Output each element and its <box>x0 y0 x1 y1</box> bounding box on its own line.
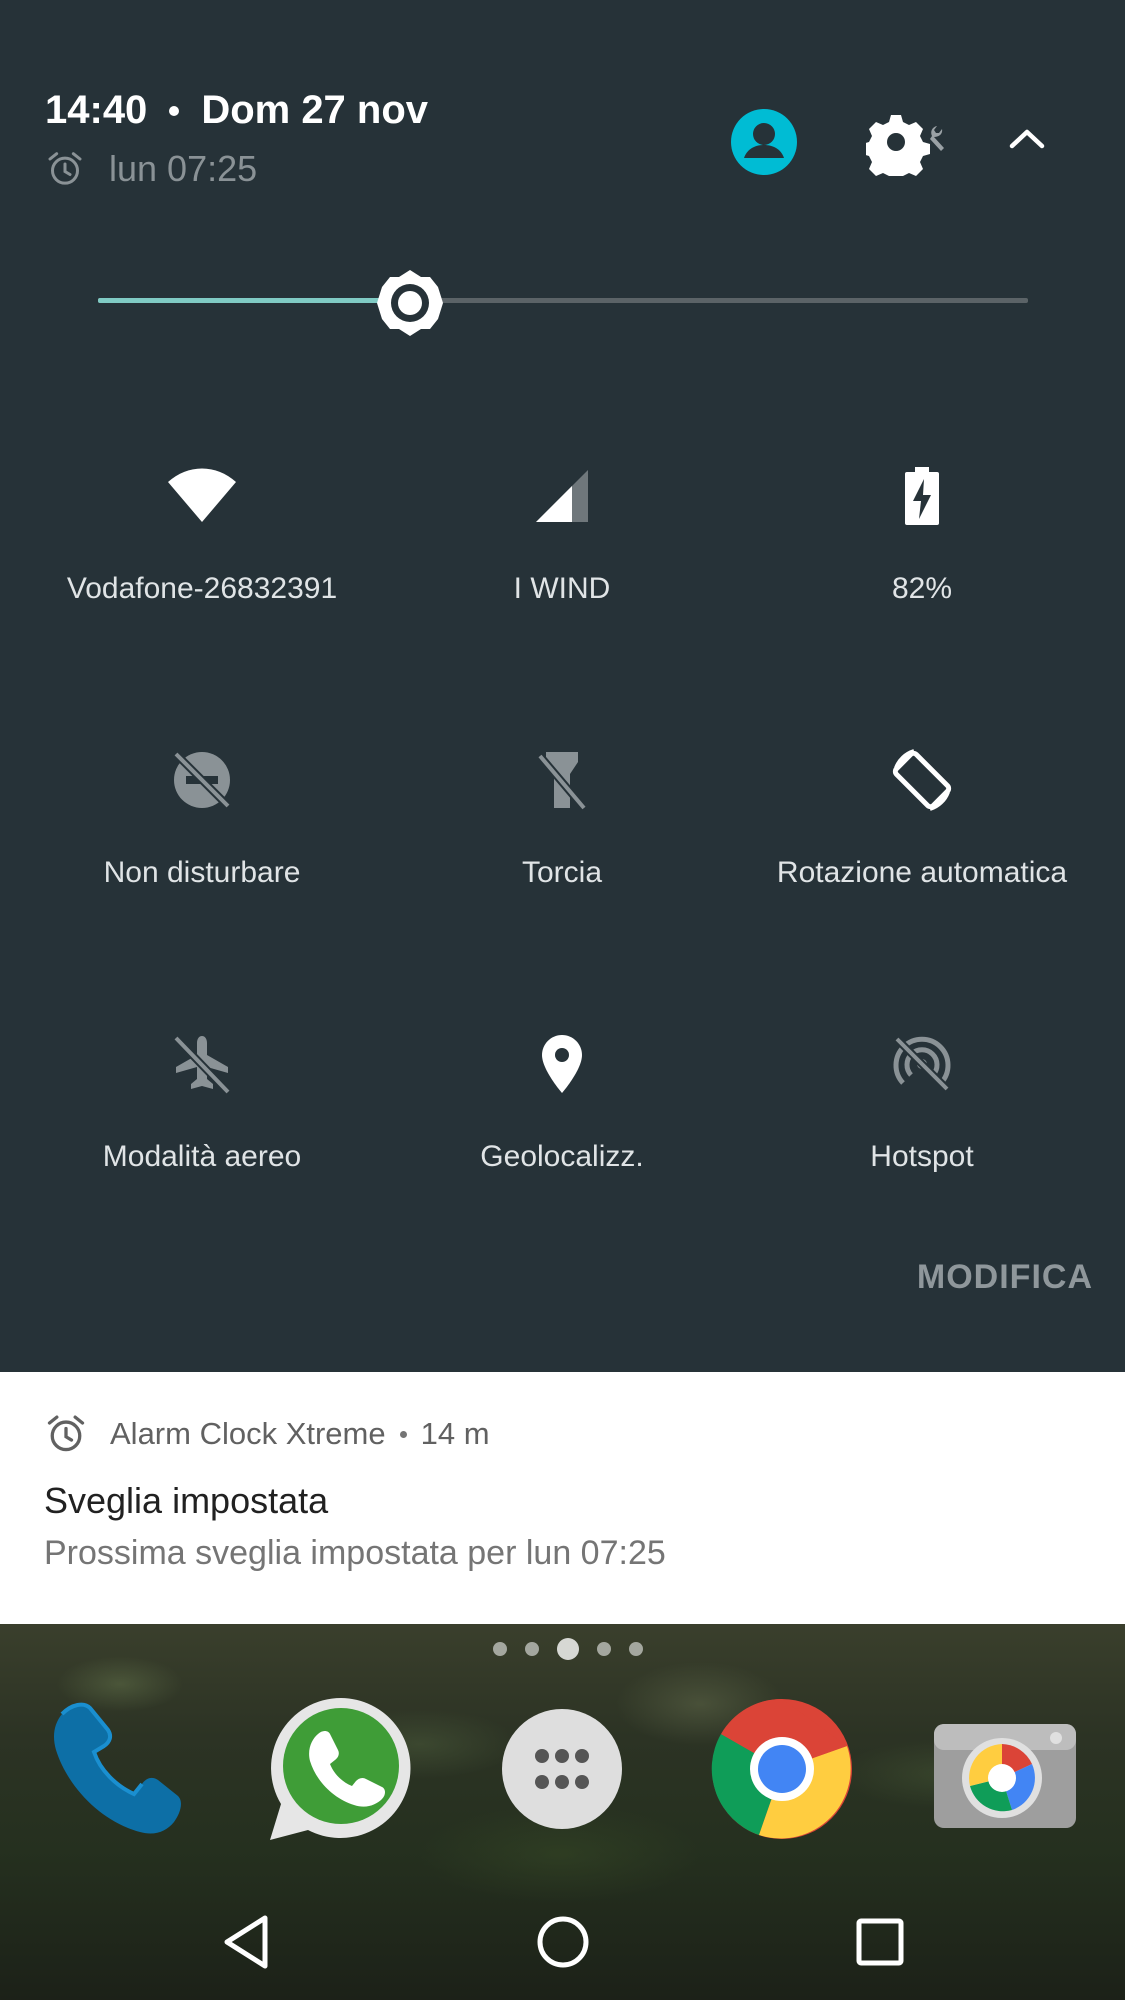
dock-app-camera[interactable] <box>930 1694 1080 1844</box>
settings-gear-icon[interactable] <box>866 112 966 176</box>
app-dock <box>0 1694 1125 1854</box>
tile-auto-rotate[interactable]: Rotazione automatica <box>742 724 1102 924</box>
next-alarm-label: lun 07:25 <box>109 148 258 189</box>
page-dot <box>597 1642 611 1656</box>
clock-time: 14:40 <box>45 88 148 132</box>
tile-label: Vodafone-26832391 <box>66 572 338 605</box>
tile-label: I WIND <box>513 572 611 605</box>
tile-flashlight[interactable]: Torcia <box>382 724 742 924</box>
time-date-line[interactable]: 14:40 Dom 27 nov <box>45 88 428 133</box>
page-indicator <box>484 1638 652 1660</box>
tile-location[interactable]: Geolocalizz. <box>382 1008 742 1208</box>
nav-recents-button[interactable] <box>850 1912 910 1972</box>
flashlight-off-icon <box>536 752 588 811</box>
airplane-off-icon <box>173 1035 231 1095</box>
navigation-bar <box>0 1884 1125 2000</box>
collapse-chevron-icon[interactable] <box>1006 124 1048 154</box>
brightness-thumb-icon[interactable] <box>374 270 446 336</box>
app-drawer-icon <box>502 1709 622 1829</box>
recents-square-icon <box>856 1918 904 1966</box>
home-circle-icon <box>537 1916 589 1968</box>
notification-title: Sveglia impostata <box>44 1480 329 1521</box>
dock-app-whatsapp[interactable] <box>266 1694 416 1844</box>
home-screen <box>0 1624 1125 2000</box>
tile-battery[interactable]: 82% <box>742 440 1102 640</box>
tile-cellular[interactable]: I WIND <box>382 440 742 640</box>
user-avatar-icon[interactable] <box>730 108 798 176</box>
notification-card[interactable]: Alarm Clock Xtreme 14 m Sveglia impostat… <box>0 1372 1125 1624</box>
do-not-disturb-off-icon <box>173 751 231 809</box>
wifi-icon <box>168 468 236 522</box>
next-alarm[interactable]: lun 07:25 <box>45 148 257 190</box>
notification-age: 14 m <box>420 1416 490 1451</box>
notification-text: Prossima sveglia impostata per lun 07:25 <box>44 1534 666 1572</box>
auto-rotate-icon <box>892 749 952 811</box>
dock-app-chrome[interactable] <box>707 1694 857 1844</box>
separator-dot <box>169 105 180 116</box>
tile-wifi[interactable]: Vodafone-26832391 <box>22 440 382 640</box>
cellular-signal-icon <box>536 470 588 522</box>
notification-header: Alarm Clock Xtreme 14 m <box>44 1412 490 1456</box>
notification-app-name: Alarm Clock Xtreme <box>110 1416 386 1451</box>
tile-do-not-disturb[interactable]: Non disturbare <box>22 724 382 924</box>
quick-settings-shade: 14:40 Dom 27 nov lun 07:25 Vodafone-2683… <box>0 0 1125 1372</box>
dock-app-phone[interactable] <box>44 1694 194 1844</box>
alarm-clock-icon <box>47 1415 85 1452</box>
tile-label: Non disturbare <box>103 856 301 889</box>
location-pin-icon <box>542 1035 582 1093</box>
edit-tiles-button[interactable]: MODIFICA <box>917 1258 1093 1297</box>
brightness-slider[interactable] <box>98 270 1028 336</box>
nav-back-button[interactable] <box>216 1912 276 1972</box>
hotspot-off-icon <box>893 1036 951 1092</box>
page-dot <box>629 1642 643 1656</box>
tile-label: Geolocalizz. <box>480 1140 644 1173</box>
nav-home-button[interactable] <box>533 1912 593 1972</box>
page-dot <box>493 1642 507 1656</box>
shade-header: 14:40 Dom 27 nov lun 07:25 <box>0 0 1125 210</box>
tile-hotspot[interactable]: Hotspot <box>742 1008 1102 1208</box>
page-dot <box>525 1642 539 1656</box>
page-dot-active <box>557 1638 579 1660</box>
brightness-fill <box>98 298 410 303</box>
whatsapp-icon <box>270 1698 411 1840</box>
tile-label: Hotspot <box>870 1140 974 1173</box>
wrench-icon <box>930 126 944 151</box>
tile-airplane-mode[interactable]: Modalità aereo <box>22 1008 382 1208</box>
back-triangle-icon <box>224 1915 268 1969</box>
date-label: Dom 27 nov <box>201 88 429 132</box>
tile-label: Modalità aereo <box>102 1140 302 1173</box>
battery-charging-icon <box>905 467 939 525</box>
phone-icon <box>54 1702 181 1834</box>
camera-icon <box>934 1724 1076 1828</box>
dock-app-drawer[interactable] <box>487 1694 637 1844</box>
tile-label: 82% <box>891 572 953 605</box>
tile-label: Torcia <box>521 856 603 889</box>
separator-dot <box>399 1430 407 1438</box>
chrome-icon <box>711 1698 852 1839</box>
tile-label: Rotazione automatica <box>776 856 1068 889</box>
alarm-clock-icon <box>48 152 82 185</box>
